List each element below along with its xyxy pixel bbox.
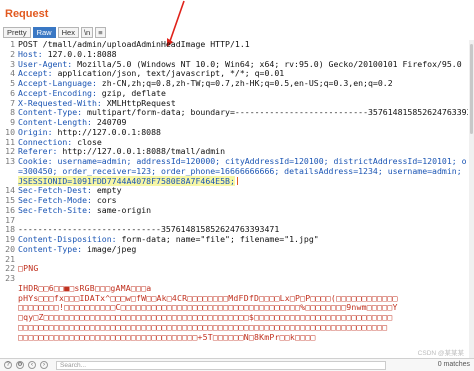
binary-line: □□□□□□□□□□□□□□□□□□□□□□□□□□□□□□□□□□□+5T□□… — [18, 331, 316, 342]
view-toolbar: Pretty Raw Hex \n ≡ — [3, 27, 106, 38]
code-line: 20 Content-Type: image/jpeg — [5, 243, 137, 254]
raw-tab[interactable]: Raw — [32, 27, 56, 38]
text-cursor — [236, 177, 238, 185]
pretty-tab[interactable]: Pretty — [3, 27, 31, 38]
hex-tab[interactable]: Hex — [57, 27, 79, 38]
raw-request-editor[interactable]: 1 POST /tmall/admin/uploadAdminHeadImage … — [0, 40, 468, 358]
footer-search-bar: ? ⚙ ‹ › Search... 0 matches — [0, 358, 474, 371]
code-line: 21 — [5, 253, 15, 264]
panel-title: Request — [5, 8, 49, 20]
binary-line: 22 □PNG — [5, 263, 39, 274]
show-newlines-icon[interactable]: \n — [80, 27, 94, 38]
search-input[interactable]: Search... — [56, 361, 386, 370]
code-line: 16 Sec-Fetch-Site: same-origin — [5, 204, 152, 215]
settings-icon[interactable]: ⚙ — [16, 361, 24, 369]
match-count: 0 matches — [437, 361, 470, 368]
scrollbar-thumb[interactable] — [470, 44, 473, 134]
menu-icon[interactable]: ≡ — [95, 27, 106, 38]
watermark: CSDN @某某某 — [417, 350, 464, 357]
help-icon[interactable]: ? — [4, 361, 12, 369]
vertical-scrollbar[interactable] — [469, 40, 474, 358]
forward-icon[interactable]: › — [40, 361, 48, 369]
back-icon[interactable]: ‹ — [28, 361, 36, 369]
